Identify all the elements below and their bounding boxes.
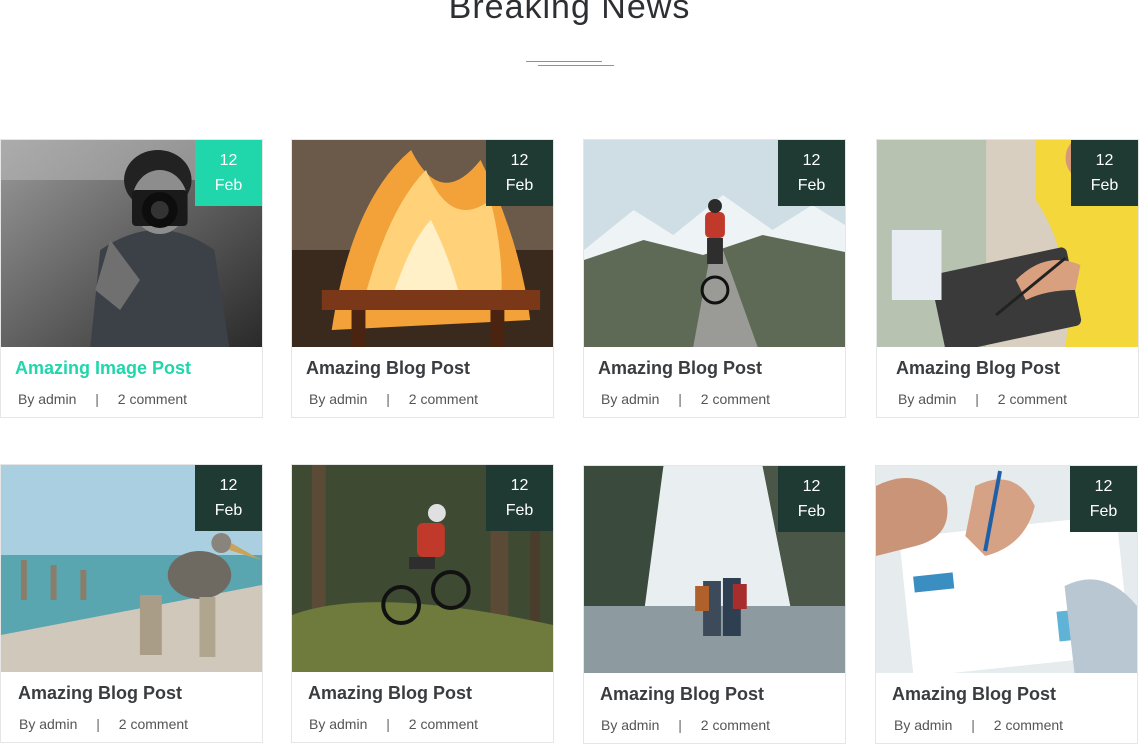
author-link[interactable]: admin	[621, 391, 659, 407]
date-day: 12	[802, 152, 821, 169]
post-meta: By admin | 2 comment	[894, 717, 1063, 733]
title-divider	[526, 56, 614, 70]
author-link[interactable]: admin	[39, 716, 77, 732]
date-day: 12	[219, 152, 238, 169]
post-meta: By admin | 2 comment	[309, 391, 478, 407]
author-prefix: By	[601, 391, 618, 407]
meta-separator: |	[678, 391, 682, 407]
date-month: Feb	[797, 177, 826, 194]
author-link[interactable]: admin	[329, 391, 367, 407]
date-day: 12	[802, 478, 821, 495]
meta-separator: |	[386, 391, 390, 407]
comments-link[interactable]: 2 comment	[994, 717, 1063, 733]
author-link[interactable]: admin	[329, 716, 367, 732]
date-badge: 12 Feb	[778, 140, 845, 206]
post-title-link[interactable]: Amazing Blog Post	[896, 358, 1060, 379]
comments-link[interactable]: 2 comment	[118, 391, 187, 407]
date-day: 12	[1094, 478, 1113, 495]
post-meta: By admin | 2 comment	[601, 391, 770, 407]
post-meta: By admin | 2 comment	[601, 717, 770, 733]
author-link[interactable]: admin	[621, 717, 659, 733]
comments-link[interactable]: 2 comment	[119, 716, 188, 732]
comments-link[interactable]: 2 comment	[409, 716, 478, 732]
date-badge: 12 Feb	[486, 140, 553, 206]
author-prefix: By	[601, 717, 618, 733]
date-month: Feb	[1089, 503, 1118, 520]
author-link[interactable]: admin	[918, 391, 956, 407]
date-month: Feb	[214, 177, 243, 194]
post-card[interactable]: 12 Feb Amazing Blog Post By admin | 2 co…	[876, 139, 1139, 418]
meta-separator: |	[971, 717, 975, 733]
comments-link[interactable]: 2 comment	[701, 391, 770, 407]
author-prefix: By	[898, 391, 915, 407]
post-meta: By admin | 2 comment	[309, 716, 478, 732]
author-prefix: By	[309, 391, 326, 407]
post-title-link[interactable]: Amazing Blog Post	[600, 684, 764, 705]
date-day: 12	[219, 477, 238, 494]
section-title: Breaking News	[448, 0, 691, 26]
date-day: 12	[510, 152, 529, 169]
date-badge: 12 Feb	[195, 140, 262, 206]
post-title-link[interactable]: Amazing Image Post	[15, 358, 191, 379]
post-card[interactable]: 12 Feb Amazing Blog Post By admin | 2 co…	[583, 465, 846, 744]
date-month: Feb	[797, 503, 826, 520]
meta-separator: |	[386, 716, 390, 732]
post-card[interactable]: 12 Feb Amazing Blog Post By admin | 2 co…	[0, 464, 263, 743]
date-badge: 12 Feb	[486, 465, 553, 531]
date-badge: 12 Feb	[195, 465, 262, 531]
post-title-link[interactable]: Amazing Blog Post	[892, 684, 1056, 705]
date-badge: 12 Feb	[778, 466, 845, 532]
meta-separator: |	[96, 716, 100, 732]
date-month: Feb	[505, 177, 534, 194]
post-meta: By admin | 2 comment	[19, 716, 188, 732]
date-month: Feb	[214, 502, 243, 519]
author-prefix: By	[19, 716, 36, 732]
post-card[interactable]: 12 Feb Amazing Blog Post By admin | 2 co…	[875, 465, 1138, 744]
date-badge: 12 Feb	[1070, 466, 1137, 532]
date-badge: 12 Feb	[1071, 140, 1138, 206]
author-prefix: By	[18, 391, 35, 407]
comments-link[interactable]: 2 comment	[409, 391, 478, 407]
meta-separator: |	[95, 391, 99, 407]
comments-link[interactable]: 2 comment	[998, 391, 1067, 407]
post-card[interactable]: 12 Feb Amazing Blog Post By admin | 2 co…	[291, 464, 554, 743]
post-title-link[interactable]: Amazing Blog Post	[308, 683, 472, 704]
post-card[interactable]: 12 Feb Amazing Blog Post By admin | 2 co…	[291, 139, 554, 418]
post-meta: By admin | 2 comment	[18, 391, 187, 407]
author-prefix: By	[309, 716, 326, 732]
date-month: Feb	[1090, 177, 1119, 194]
meta-separator: |	[678, 717, 682, 733]
post-card[interactable]: 12 Feb Amazing Blog Post By admin | 2 co…	[583, 139, 846, 418]
author-link[interactable]: admin	[914, 717, 952, 733]
comments-link[interactable]: 2 comment	[701, 717, 770, 733]
post-title-link[interactable]: Amazing Blog Post	[598, 358, 762, 379]
author-prefix: By	[894, 717, 911, 733]
date-month: Feb	[505, 502, 534, 519]
date-day: 12	[510, 477, 529, 494]
post-title-link[interactable]: Amazing Blog Post	[18, 683, 182, 704]
meta-separator: |	[975, 391, 979, 407]
post-meta: By admin | 2 comment	[898, 391, 1067, 407]
post-title-link[interactable]: Amazing Blog Post	[306, 358, 470, 379]
post-card[interactable]: 12 Feb Amazing Image Post By admin | 2 c…	[0, 139, 263, 418]
author-link[interactable]: admin	[38, 391, 76, 407]
date-day: 12	[1095, 152, 1114, 169]
